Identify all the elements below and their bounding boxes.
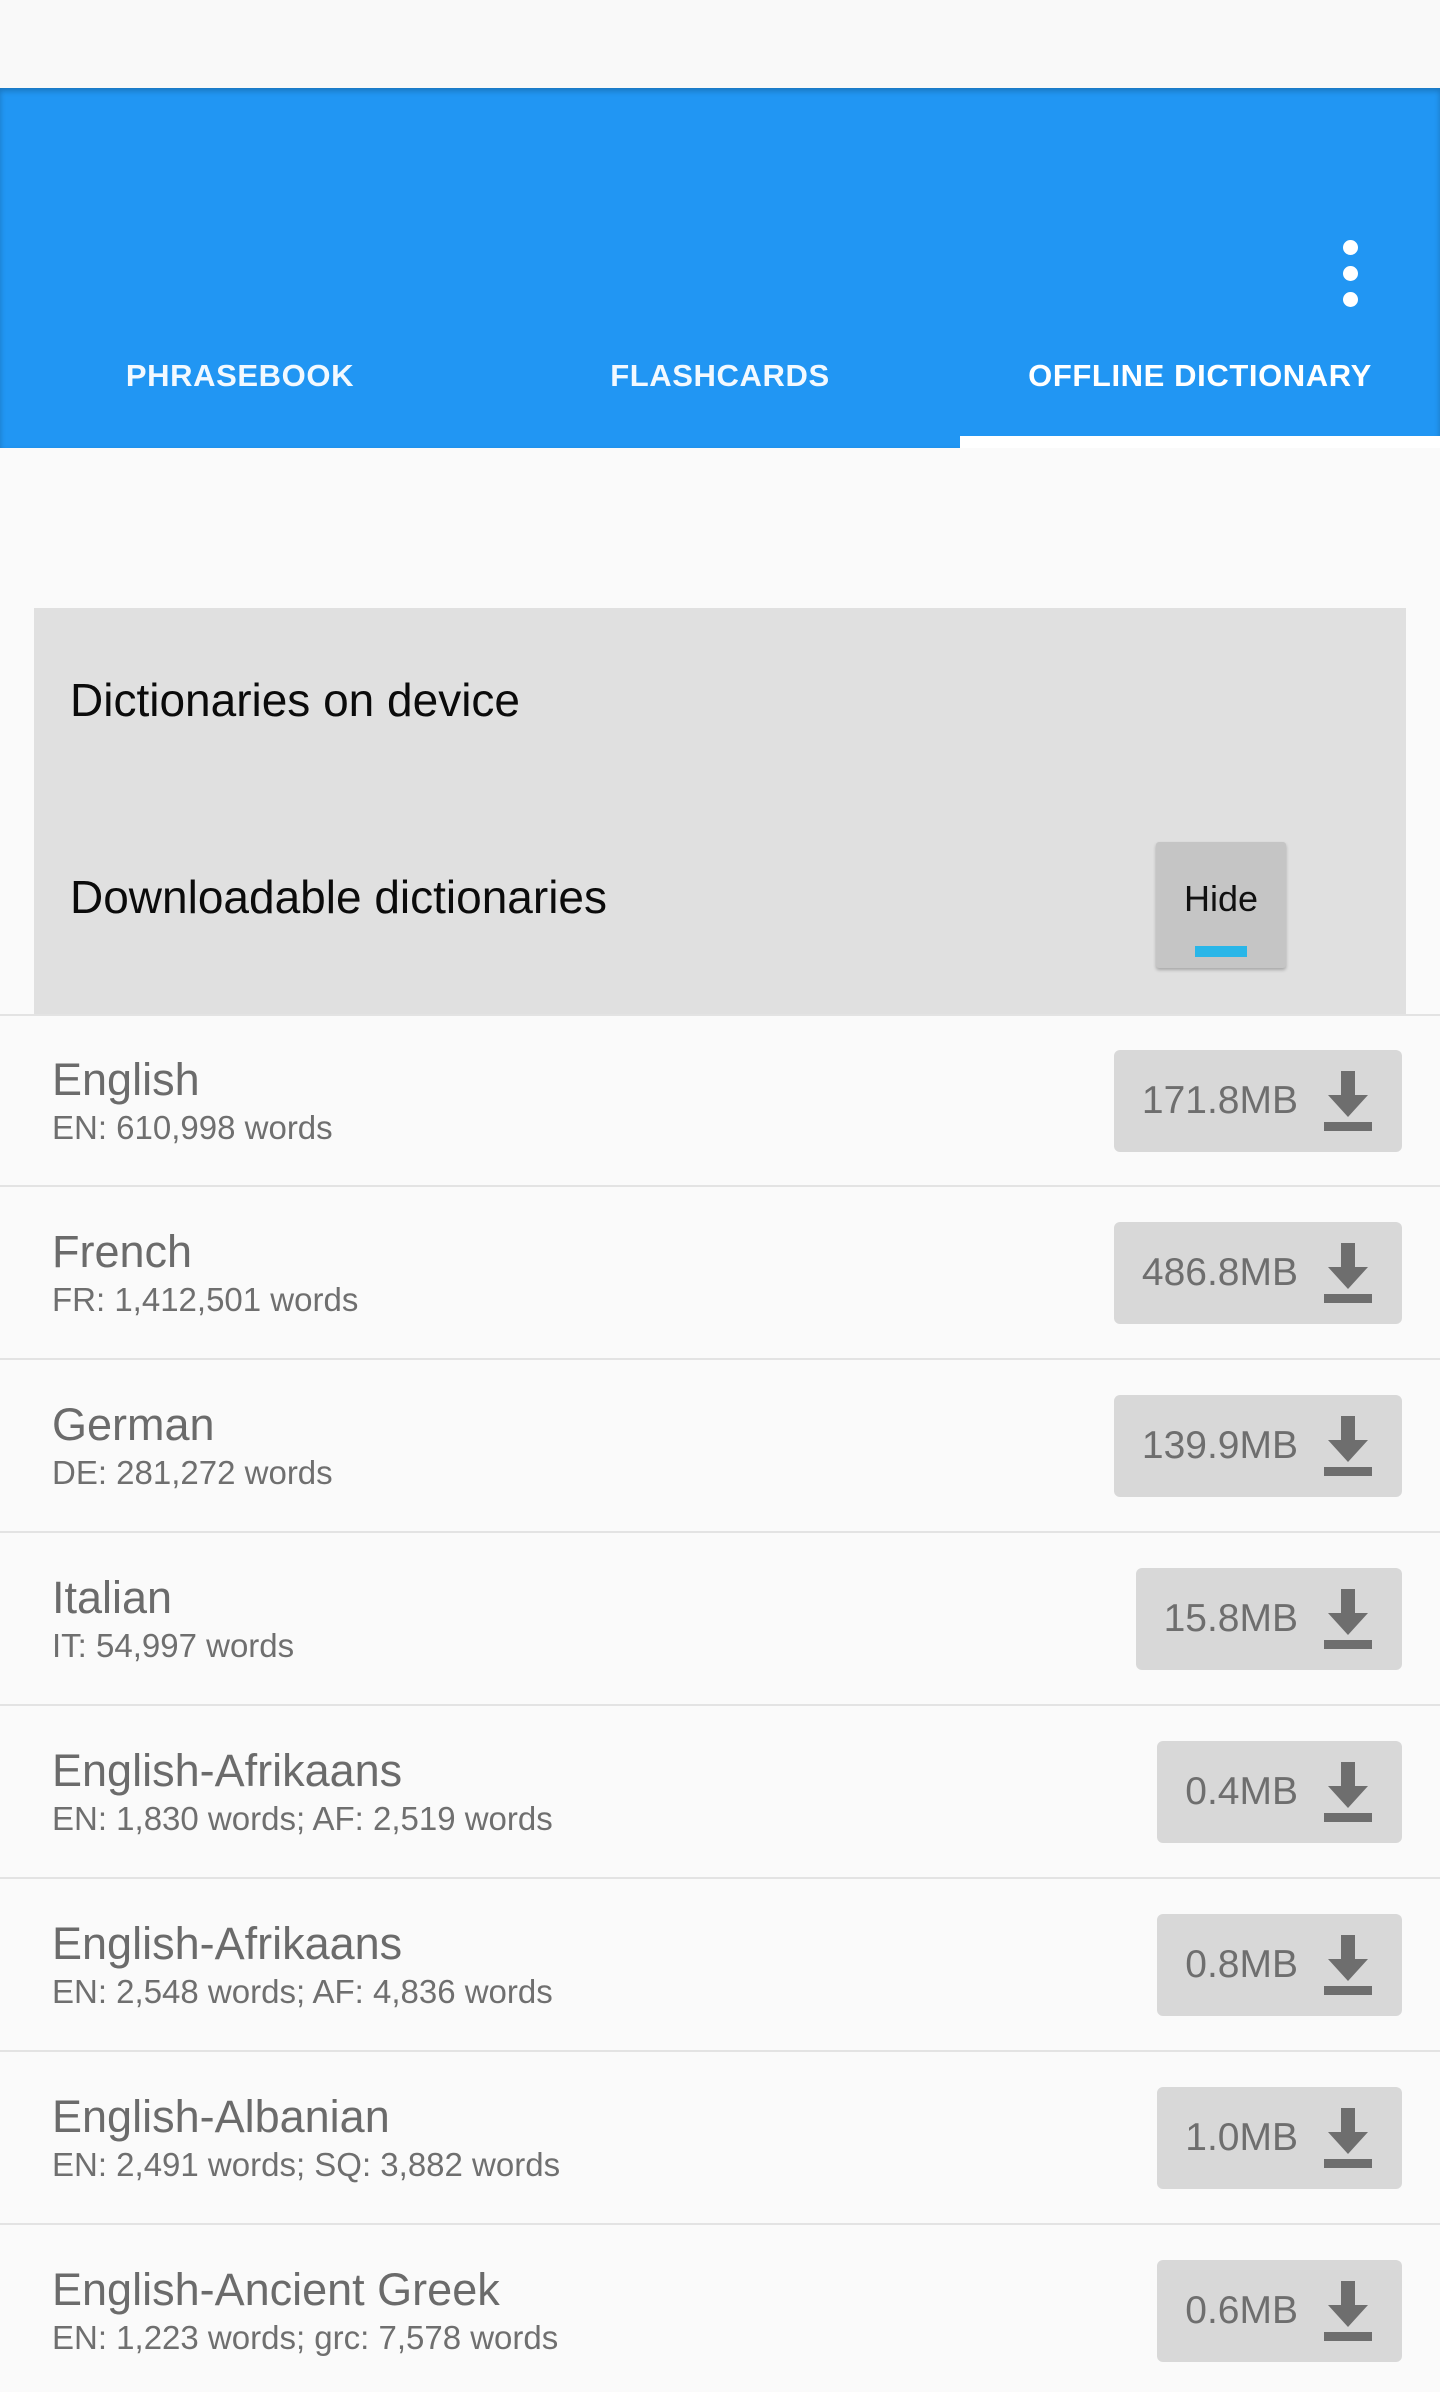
- dictionary-row[interactable]: Italian IT: 54,997 words 15.8MB: [0, 1533, 1440, 1706]
- download-button[interactable]: 139.9MB: [1114, 1395, 1402, 1497]
- dictionary-row[interactable]: German DE: 281,272 words 139.9MB: [0, 1360, 1440, 1533]
- dictionary-row[interactable]: English-Ancient Greek EN: 1,223 words; gr…: [0, 2225, 1440, 2392]
- dictionary-word-counts: DE: 281,272 words: [52, 1456, 333, 1491]
- download-size-label: 1.0MB: [1185, 2116, 1298, 2160]
- dictionary-name: French: [52, 1228, 358, 1275]
- tab-label: OFFLINE DICTIONARY: [1028, 358, 1372, 394]
- status-bar: [0, 0, 1440, 88]
- dictionary-word-counts: EN: 2,548 words; AF: 4,836 words: [52, 1975, 553, 2010]
- download-icon: [1320, 2106, 1376, 2170]
- download-icon: [1320, 1414, 1376, 1478]
- dictionary-row[interactable]: English-Albanian EN: 2,491 words; SQ: 3,8…: [0, 2052, 1440, 2225]
- dictionary-row[interactable]: English-Afrikaans EN: 2,548 words; AF: 4,…: [0, 1879, 1440, 2052]
- tab-label: FLASHCARDS: [610, 358, 830, 394]
- dictionary-row[interactable]: English-Afrikaans EN: 1,830 words; AF: 2,…: [0, 1706, 1440, 1879]
- dictionary-row-text: English-Afrikaans EN: 2,548 words; AF: 4,…: [52, 1879, 553, 2050]
- download-button[interactable]: 0.4MB: [1157, 1741, 1402, 1843]
- overflow-dot: [1343, 240, 1358, 255]
- tab-bar: PHRASEBOOK FLASHCARDS OFFLINE DICTIONARY: [0, 310, 1440, 448]
- download-icon: [1320, 1069, 1376, 1133]
- download-size-label: 15.8MB: [1164, 1597, 1298, 1641]
- hide-button-label: Hide: [1156, 878, 1286, 920]
- search-bar: [0, 448, 1440, 608]
- download-size-label: 171.8MB: [1142, 1079, 1298, 1123]
- dictionary-word-counts: EN: 1,223 words; grc: 7,578 words: [52, 2321, 558, 2356]
- dictionary-name: English-Afrikaans: [52, 1920, 553, 1967]
- dictionary-row-text: Italian IT: 54,997 words: [52, 1533, 294, 1704]
- dictionary-name: English-Albanian: [52, 2093, 560, 2140]
- download-size-label: 139.9MB: [1142, 1424, 1298, 1468]
- dictionary-word-counts: EN: 2,491 words; SQ: 3,882 words: [52, 2148, 560, 2183]
- tab-flashcards[interactable]: FLASHCARDS: [480, 310, 960, 448]
- tab-phrasebook[interactable]: PHRASEBOOK: [0, 310, 480, 448]
- dictionary-row[interactable]: French FR: 1,412,501 words 486.8MB: [0, 1187, 1440, 1360]
- dictionary-name: English: [52, 1056, 333, 1103]
- download-button[interactable]: 171.8MB: [1114, 1050, 1402, 1152]
- download-icon: [1320, 2279, 1376, 2343]
- download-icon: [1320, 1760, 1376, 1824]
- dictionary-name: Italian: [52, 1574, 294, 1621]
- tab-selected-indicator: [960, 436, 1440, 448]
- overflow-dot: [1343, 292, 1358, 307]
- dictionary-row-text: English-Albanian EN: 2,491 words; SQ: 3,8…: [52, 2052, 560, 2223]
- download-size-label: 0.4MB: [1185, 1770, 1298, 1814]
- dictionary-name: English-Afrikaans: [52, 1747, 553, 1794]
- overflow-dot: [1343, 266, 1358, 281]
- dictionary-word-counts: EN: 610,998 words: [52, 1111, 333, 1146]
- dictionary-row-text: English-Afrikaans EN: 1,830 words; AF: 2,…: [52, 1706, 553, 1877]
- dictionary-sections-panel: Dictionaries on device Downloadable dict…: [34, 608, 1406, 1014]
- app-screen: PHRASEBOOK FLASHCARDS OFFLINE DICTIONARY…: [0, 0, 1440, 2392]
- download-size-label: 0.8MB: [1185, 1943, 1298, 1987]
- download-button[interactable]: 486.8MB: [1114, 1222, 1402, 1324]
- section-title-downloadable: Downloadable dictionaries: [70, 870, 607, 924]
- hide-button[interactable]: Hide: [1156, 842, 1286, 968]
- dictionary-name: German: [52, 1401, 333, 1448]
- dictionary-row-text: French FR: 1,412,501 words: [52, 1187, 358, 1358]
- download-size-label: 486.8MB: [1142, 1251, 1298, 1295]
- download-button[interactable]: 15.8MB: [1136, 1568, 1402, 1670]
- section-title-on-device: Dictionaries on device: [70, 673, 520, 727]
- download-icon: [1320, 1587, 1376, 1651]
- dictionary-row-text: German DE: 281,272 words: [52, 1360, 333, 1531]
- dictionary-list[interactable]: English EN: 610,998 words 171.8MB French FR:…: [0, 1014, 1440, 2392]
- dictionary-row[interactable]: English EN: 610,998 words 171.8MB: [0, 1014, 1440, 1187]
- download-icon: [1320, 1241, 1376, 1305]
- dictionary-row-text: English-Ancient Greek EN: 1,223 words; gr…: [52, 2225, 558, 2392]
- tab-offline-dictionary[interactable]: OFFLINE DICTIONARY: [960, 310, 1440, 448]
- dictionary-name: English-Ancient Greek: [52, 2266, 558, 2313]
- download-button[interactable]: 0.8MB: [1157, 1914, 1402, 2016]
- download-button[interactable]: 0.6MB: [1157, 2260, 1402, 2362]
- download-icon: [1320, 1933, 1376, 1997]
- dictionary-word-counts: EN: 1,830 words; AF: 2,519 words: [52, 1802, 553, 1837]
- dictionary-word-counts: FR: 1,412,501 words: [52, 1283, 358, 1318]
- dictionary-row-text: English EN: 610,998 words: [52, 1016, 333, 1185]
- tab-label: PHRASEBOOK: [126, 358, 354, 394]
- download-button[interactable]: 1.0MB: [1157, 2087, 1402, 2189]
- hide-button-accent: [1195, 946, 1247, 957]
- download-size-label: 0.6MB: [1185, 2289, 1298, 2333]
- dictionary-word-counts: IT: 54,997 words: [52, 1629, 294, 1664]
